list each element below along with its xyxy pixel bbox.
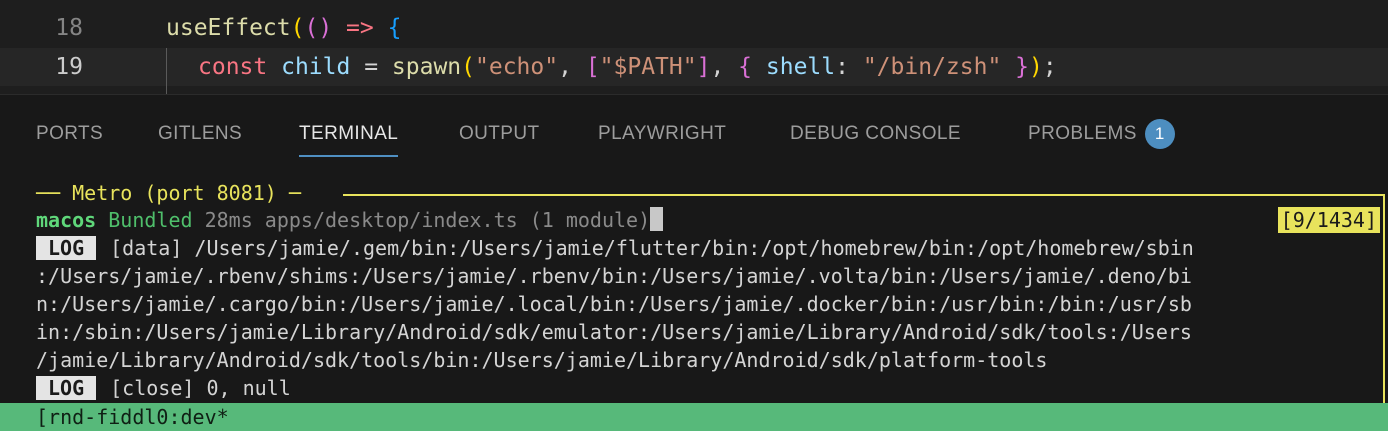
bundle-progress-counter: [9/1434]	[1277, 207, 1380, 233]
metro-border-top	[343, 194, 1384, 196]
log-badge: LOG	[36, 376, 97, 400]
tab-terminal[interactable]: TERMINAL	[299, 119, 399, 157]
bundle-detail: 28ms apps/desktop/index.ts (1 module)	[192, 208, 651, 232]
code-text[interactable]: useEffect(() => {	[166, 9, 401, 47]
code-line-19[interactable]: 19 const child = spawn("echo", ["$PATH"]…	[0, 48, 1388, 86]
code-editor[interactable]: 18 useEffect(() => { 19 const child = sp…	[0, 0, 1388, 94]
log-continuation: n:/Users/jamie/.cargo/bin:/Users/jamie/.…	[36, 292, 1192, 316]
token-paren: (	[461, 54, 476, 80]
token-bracket: ]	[696, 54, 711, 80]
metro-header: ── Metro (port 8081) ─	[36, 181, 301, 205]
tab-gitlens[interactable]: GITLENS	[158, 119, 242, 149]
token-paren: ()	[304, 15, 333, 41]
token-bracket: [	[585, 54, 600, 80]
metro-border-right	[1383, 194, 1385, 424]
code-line-18[interactable]: 18 useEffect(() => {	[0, 9, 1388, 47]
log-line: LOG [data] /Users/jamie/.gem/bin:/Users/j…	[36, 234, 1194, 262]
token-function: spawn	[391, 54, 462, 80]
tab-ports[interactable]: PORTS	[36, 119, 103, 149]
token-paren: (	[290, 15, 305, 41]
token-paren: )	[1029, 54, 1043, 80]
tab-debug-console[interactable]: DEBUG CONSOLE	[790, 119, 961, 149]
token-semicolon: ;	[1042, 54, 1057, 80]
token-variable: child	[281, 54, 351, 80]
indent-guide	[166, 48, 167, 94]
token-string: "echo"	[475, 54, 559, 80]
problems-count-badge: 1	[1144, 119, 1175, 149]
log-badge: LOG	[36, 236, 97, 260]
token-brace: }	[1001, 54, 1030, 80]
platform-label: macos	[36, 208, 97, 232]
session-label: [rnd-fiddl0:dev*	[36, 405, 229, 429]
terminal-cursor	[650, 207, 664, 231]
terminal-view[interactable]: ── Metro (port 8081) ─ macos Bundled 28m…	[0, 175, 1388, 431]
log-continuation: :/Users/jamie/.rbenv/shims:/Users/jamie/…	[36, 264, 1192, 288]
bundle-status: Bundled	[108, 208, 193, 232]
tab-problems[interactable]: PROBLEMS 1	[1028, 119, 1175, 149]
log-line: LOG [close] 0, null	[36, 374, 291, 402]
bottom-panel: PORTS GITLENS TERMINAL OUTPUT PLAYWRIGHT…	[0, 94, 1388, 431]
token-string: "/bin/zsh"	[862, 54, 1002, 80]
code-text[interactable]: const child = spawn("echo", ["$PATH"], {…	[198, 48, 1057, 86]
token-property: shell	[765, 54, 836, 80]
token-comma: ,	[558, 54, 586, 80]
line-number: 19	[55, 54, 83, 80]
token-comma: ,	[710, 54, 739, 80]
tab-playwright[interactable]: PLAYWRIGHT	[598, 119, 726, 149]
log-continuation: /jamie/Library/Android/sdk/tools/bin:/Us…	[36, 348, 1048, 372]
token-string: "$PATH"	[599, 54, 697, 80]
log-continuation: in:/sbin:/Users/jamie/Library/Android/sd…	[36, 320, 1192, 344]
token-operator: =	[350, 54, 392, 80]
line-number: 18	[55, 15, 83, 41]
tab-problems-label: PROBLEMS	[1028, 123, 1137, 144]
log-text: [data] /Users/jamie/.gem/bin:/Users/jami…	[110, 236, 1194, 260]
tab-output[interactable]: OUTPUT	[459, 119, 540, 149]
bundle-line: macos Bundled 28ms apps/desktop/index.ts…	[36, 206, 664, 234]
token-brace: {	[387, 15, 402, 41]
token-function: useEffect	[166, 15, 291, 41]
token-brace: {	[738, 54, 766, 80]
panel-tab-bar: PORTS GITLENS TERMINAL OUTPUT PLAYWRIGHT…	[0, 95, 1388, 171]
tmux-status-bar: [rnd-fiddl0:dev*	[0, 403, 1388, 431]
token-colon: :	[835, 54, 863, 80]
token-keyword: const	[198, 54, 268, 80]
token-arrow: =>	[332, 15, 388, 41]
log-text: [close] 0, null	[110, 376, 291, 400]
